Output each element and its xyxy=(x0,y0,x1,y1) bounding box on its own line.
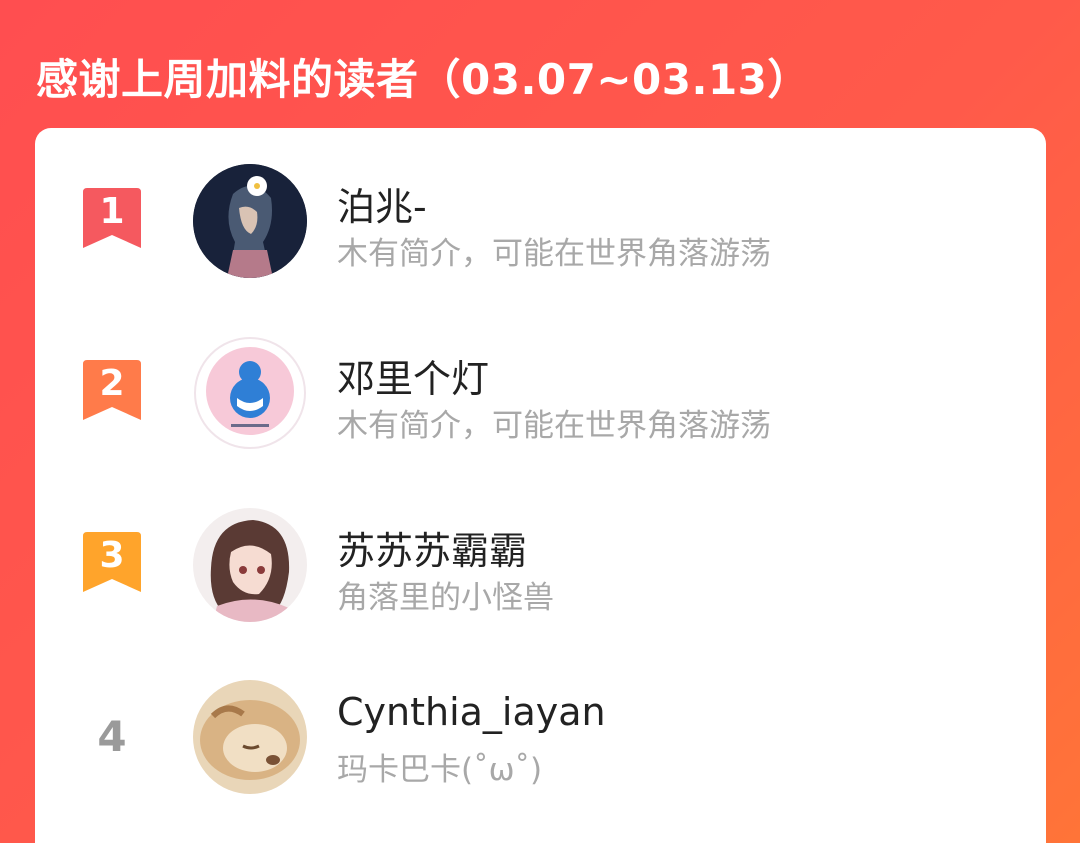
page-title: 感谢上周加料的读者（03.07~03.13） xyxy=(36,55,810,104)
avatar-girl-flower-icon[interactable] xyxy=(193,164,307,278)
rank-number: 2 xyxy=(99,363,125,404)
avatar-anime-girl-icon[interactable] xyxy=(193,508,307,622)
list-item-reader-1[interactable]: 1 泊兆- 木有简介，可能在世界角落游荡 xyxy=(35,164,1046,284)
reader-name: 泊兆- xyxy=(337,185,427,229)
rank-number: 4 xyxy=(97,712,127,761)
rank-ribbon-icon: 2 xyxy=(83,360,141,420)
reader-name: Cynthia_iayan xyxy=(337,690,606,734)
reader-description: 玛卡巴卡(˚ω˚) xyxy=(337,752,543,788)
rank-ribbon-icon: 3 xyxy=(83,532,141,592)
reader-name: 苏苏苏霸霸 xyxy=(337,529,528,573)
rank-number: 1 xyxy=(99,191,125,232)
avatar-sleeping-dog-icon[interactable] xyxy=(193,680,307,794)
avatar-blue-gourd-icon[interactable] xyxy=(193,336,307,450)
list-item-reader-4[interactable]: 4 Cynthia_iayan 玛卡巴卡(˚ω˚) xyxy=(35,680,1046,800)
list-item-reader-3[interactable]: 3 苏苏苏霸霸 角落里的小怪兽 xyxy=(35,508,1046,628)
rank-number: 3 xyxy=(99,535,125,576)
reader-list-card: 1 泊兆- 木有简介，可能在世界角落游荡 2 邓里个灯 木有简介，可能在世界角落… xyxy=(35,128,1046,843)
reader-description: 木有简介，可能在世界角落游荡 xyxy=(337,408,771,444)
list-item-reader-2[interactable]: 2 邓里个灯 木有简介，可能在世界角落游荡 xyxy=(35,336,1046,456)
reader-description: 木有简介，可能在世界角落游荡 xyxy=(337,236,771,272)
rank-ribbon-icon: 1 xyxy=(83,188,141,248)
reader-description: 角落里的小怪兽 xyxy=(337,580,554,616)
reader-name: 邓里个灯 xyxy=(337,357,490,401)
